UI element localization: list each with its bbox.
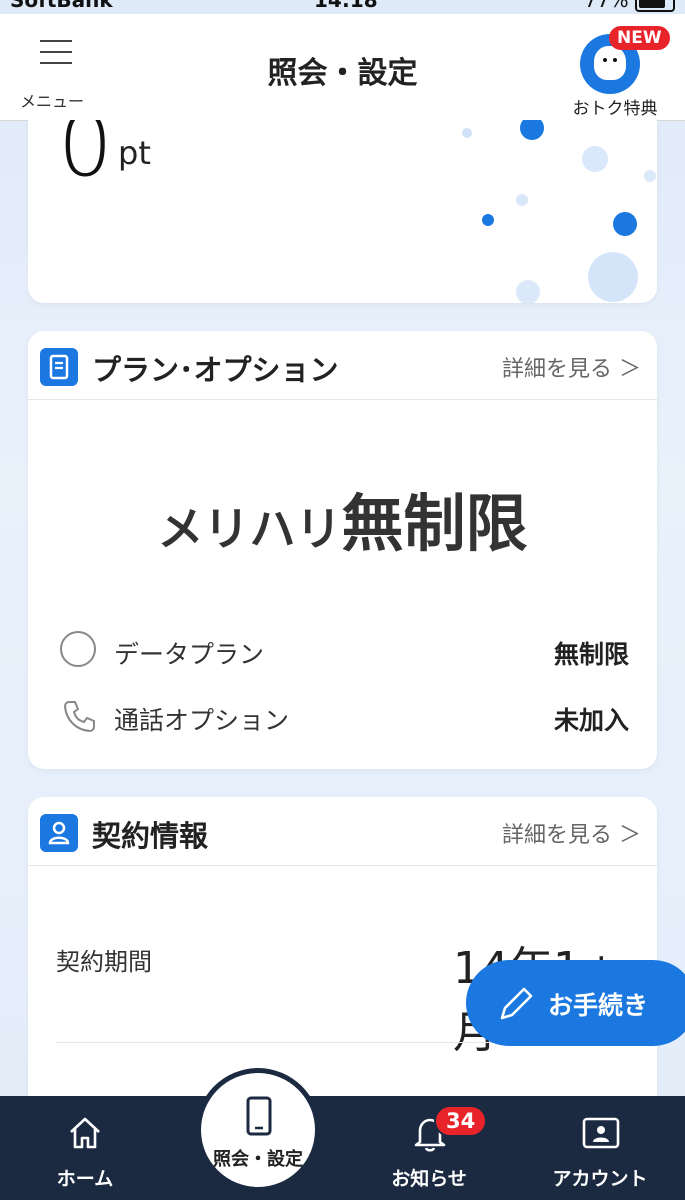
bottom-navigation: ホーム お知らせ アカウント <box>0 1096 685 1200</box>
app-header: メニュー 照会・設定 NEW おトク特典 <box>0 14 685 121</box>
nav-home[interactable]: ホーム <box>10 1096 160 1200</box>
document-icon <box>40 348 78 386</box>
contract-card-header[interactable]: 契約情報 詳細を見る ＞ <box>28 797 657 866</box>
plan-options-card: プラン･オプション 詳細を見る ＞ メリハリ無制限 データプラン 無制限 通話オ… <box>28 331 657 769</box>
data-plan-label: データプラン <box>114 640 265 669</box>
nav-notifications-label: お知らせ <box>391 1168 467 1190</box>
contract-details-link[interactable]: 詳細を見る ＞ <box>502 817 641 849</box>
decorative-bubble <box>613 212 637 236</box>
nav-settings-label: 照会・設定 <box>213 1149 303 1170</box>
data-ring-icon <box>60 631 96 667</box>
procedures-label: お手続き <box>548 991 649 1020</box>
clock: 14:18 <box>314 0 378 12</box>
pencil-icon <box>500 987 533 1020</box>
decorative-bubble <box>520 120 544 140</box>
plan-name: メリハリ無制限 <box>28 473 657 563</box>
battery-indicator: 77% <box>584 0 675 12</box>
plan-card-title: プラン･オプション <box>92 353 339 387</box>
status-bar: SoftBank 14:18 77% <box>0 0 685 14</box>
nav-settings[interactable]: 照会・設定 <box>201 1073 315 1187</box>
smartphone-icon <box>246 1096 272 1136</box>
battery-percent: 77% <box>584 0 629 12</box>
procedures-fab[interactable]: お手続き <box>466 960 685 1046</box>
plan-name-prefix: メリハリ <box>157 502 342 556</box>
decorative-bubble <box>462 128 472 138</box>
contract-card-title: 契約情報 <box>92 819 209 853</box>
carrier-label: SoftBank <box>10 0 113 12</box>
plan-details-link[interactable]: 詳細を見る ＞ <box>502 351 641 383</box>
person-icon <box>40 814 78 852</box>
decorative-bubble <box>516 280 540 303</box>
perks-button[interactable]: NEW おトク特典 <box>565 20 670 119</box>
home-icon <box>70 1117 100 1149</box>
decorative-bubble <box>644 170 656 182</box>
data-plan-value: 無制限 <box>553 640 629 669</box>
plan-name-main: 無制限 <box>341 487 528 560</box>
nav-account[interactable]: アカウント <box>525 1096 675 1200</box>
decorative-bubble <box>516 194 528 206</box>
battery-icon <box>635 0 675 12</box>
contract-period-label: 契約期間 <box>56 948 152 976</box>
nav-account-label: アカウント <box>552 1168 648 1190</box>
phone-icon <box>63 701 95 733</box>
points-value: 0 <box>58 120 113 196</box>
decorative-bubble <box>482 214 494 226</box>
perks-label: おトク特典 <box>572 99 658 119</box>
call-option-label: 通話オプション <box>114 706 290 735</box>
plan-card-header[interactable]: プラン･オプション 詳細を見る ＞ <box>28 331 657 400</box>
data-plan-row: データプラン 無制限 <box>56 631 629 671</box>
decorative-bubble <box>582 146 608 172</box>
points-card[interactable]: 0 pt <box>28 120 657 303</box>
nav-home-label: ホーム <box>56 1168 114 1190</box>
call-option-value: 未加入 <box>553 706 629 735</box>
notification-count-badge: 34 <box>434 1105 488 1137</box>
decorative-bubble <box>588 252 638 302</box>
account-card-icon <box>582 1117 620 1149</box>
new-badge: NEW <box>609 26 670 50</box>
call-option-row: 通話オプション 未加入 <box>56 697 629 737</box>
points-unit: pt <box>118 134 151 172</box>
